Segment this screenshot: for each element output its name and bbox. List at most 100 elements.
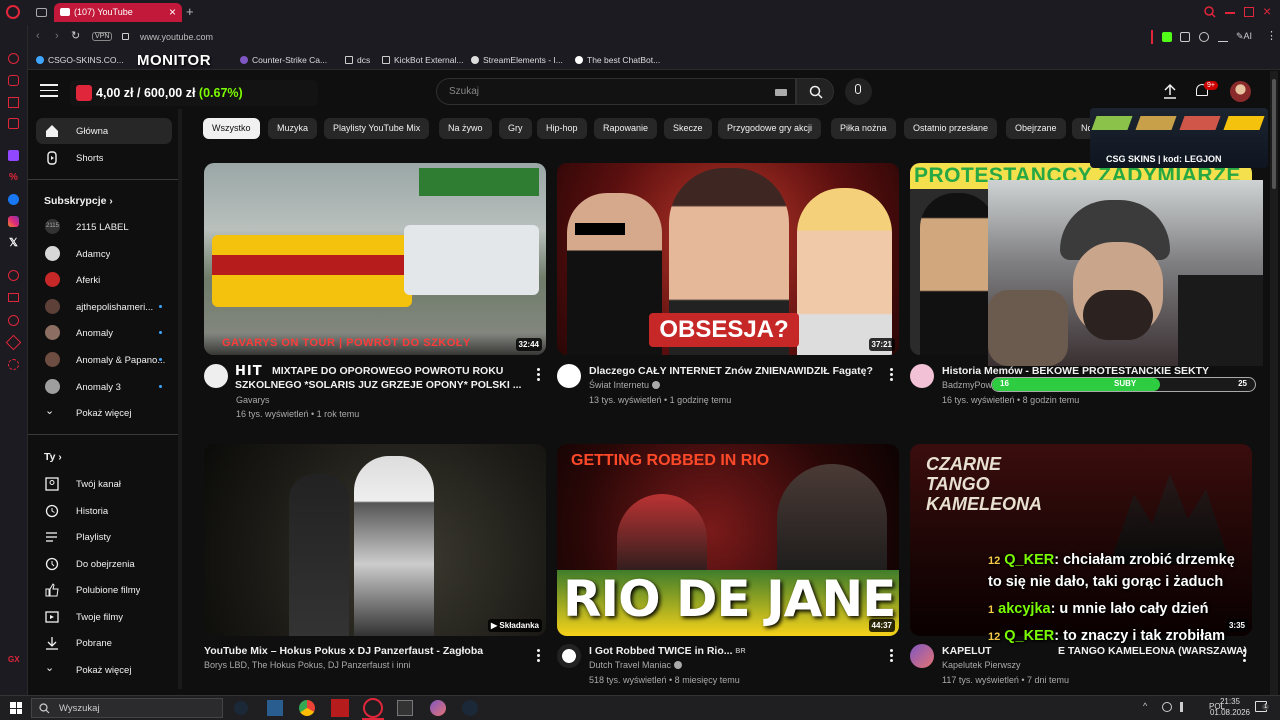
channel-name[interactable]: Gavarys (236, 395, 270, 405)
history-sidebar-icon[interactable] (8, 315, 19, 326)
new-tab-button[interactable]: + (186, 4, 194, 19)
forward-button[interactable]: › (55, 30, 59, 42)
crypto-wallet-icon[interactable] (8, 75, 19, 86)
network-icon[interactable] (1162, 702, 1172, 712)
url-text[interactable]: www.youtube.com (140, 32, 213, 42)
game-taskbar-icon[interactable] (331, 699, 349, 717)
clock-date[interactable]: 01.08.2026 (1204, 708, 1256, 717)
guide-scrollbar[interactable] (178, 109, 182, 689)
voice-search-button[interactable] (845, 78, 872, 105)
tab-island-icon[interactable] (36, 8, 47, 17)
extensions-icon[interactable] (1180, 32, 1190, 42)
video-title[interactable]: KAPELUT (942, 644, 992, 658)
subscriptions-header[interactable]: Subskrypcje › (44, 195, 113, 207)
close-window-button[interactable]: × (1263, 3, 1271, 19)
percent-icon[interactable]: % (9, 172, 18, 183)
search-tabs-icon[interactable] (1204, 6, 1216, 18)
chip-all[interactable]: Wszystko (203, 118, 260, 139)
guide-item-your-channel[interactable]: Twój kanał (36, 471, 172, 497)
app-taskbar-icon[interactable] (267, 700, 283, 716)
ai-button[interactable]: ✎AI (1236, 31, 1252, 42)
guide-item-downloads[interactable]: Pobrane (36, 630, 172, 656)
settings-gear-icon[interactable] (8, 359, 19, 370)
guide-item-playlists[interactable]: Playlisty (36, 524, 172, 550)
steam-taskbar-icon[interactable] (462, 700, 478, 716)
show-more-you[interactable]: ⌄ Pokaż więcej (36, 657, 172, 683)
tabs-icon[interactable] (8, 293, 19, 302)
maximize-button[interactable] (1244, 7, 1254, 17)
bookmark-folder[interactable]: dcs (345, 50, 370, 70)
video-thumbnail[interactable]: GETTING ROBBED IN RIO RIO DE JANEIRO 44:… (557, 444, 899, 636)
subscription-item[interactable]: Anomaly (36, 320, 172, 346)
video-menu-button[interactable] (1243, 648, 1247, 662)
bookmark-item[interactable]: CSGO-SKINS.CO... (36, 50, 124, 70)
chip[interactable]: Hip-hop (537, 118, 587, 139)
subscription-item[interactable]: Anomaly & Papano... (36, 347, 172, 373)
chip[interactable]: Przygodowe gry akcji (718, 118, 822, 139)
video-menu-button[interactable] (890, 648, 894, 662)
subscription-item[interactable]: Adamcy (36, 241, 172, 267)
epic-games-taskbar-icon[interactable] (397, 700, 413, 716)
video-thumbnail[interactable]: GAVARYS ON TOUR | POWRÓT DO SZKOŁY 32:44 (204, 163, 546, 355)
opera-taskbar-icon[interactable] (363, 698, 383, 718)
channel-name[interactable]: BadzmyPow (942, 380, 992, 390)
channel-avatar[interactable] (557, 644, 581, 668)
scrollbar-thumb[interactable] (1272, 79, 1276, 189)
guide-item-liked[interactable]: Polubione filmy (36, 577, 172, 603)
channel-avatar[interactable] (557, 364, 581, 388)
subscription-item[interactable]: ajthepolishameri... (36, 294, 172, 320)
video-title-tail[interactable]: E TANGO KAMELEONA (WARSZAWA) (1058, 644, 1247, 658)
reload-button[interactable]: ↻ (71, 29, 80, 42)
guide-item-watch-later[interactable]: Do obejrzenia (36, 551, 172, 577)
channel-avatar[interactable] (204, 364, 228, 388)
chip[interactable]: Piłka nożna (831, 118, 896, 139)
video-menu-button[interactable] (537, 648, 541, 662)
account-avatar[interactable] (1230, 81, 1251, 102)
show-more-subscriptions[interactable]: ⌄ Pokaż więcej (36, 400, 172, 426)
you-header[interactable]: Ty › (44, 451, 62, 463)
app-taskbar-icon[interactable] (430, 700, 446, 716)
messenger-app-icon[interactable] (8, 97, 19, 108)
bookmark-folder[interactable]: KickBot External... (382, 50, 463, 70)
video-menu-button[interactable] (537, 367, 541, 381)
news-icon[interactable] (8, 118, 19, 129)
channel-name[interactable]: Kapelutek Pierwszy (942, 660, 1021, 670)
channel-name[interactable]: Borys LBD, The Hokus Pokus, DJ Panzerfau… (204, 660, 410, 670)
tab-youtube[interactable]: (107) YouTube × (54, 3, 182, 22)
video-title[interactable]: Historia Memów - BEKOWE PROTESTANCKIE SE… (942, 364, 1209, 378)
messenger-icon[interactable] (8, 194, 19, 205)
chrome-taskbar-icon[interactable] (299, 700, 315, 716)
video-menu-button[interactable] (890, 367, 894, 381)
video-title[interactable]: MIXTAPE DO OPOROWEGO POWROTU ROKU (272, 364, 503, 378)
tab-close-icon[interactable]: × (169, 5, 176, 19)
twitch-icon[interactable] (8, 150, 19, 161)
guide-item-your-videos[interactable]: Twoje filmy (36, 604, 172, 630)
subscription-item[interactable]: 2115 2115 LABEL (36, 214, 172, 240)
bookmark-item[interactable]: Counter-Strike Ca... (240, 50, 327, 70)
search-input[interactable]: Szukaj (436, 78, 796, 105)
channel-name[interactable]: Dutch Travel Maniac (589, 660, 682, 670)
minimize-button[interactable] (1225, 12, 1235, 14)
menu-dots-icon[interactable]: ⋮ (1266, 29, 1277, 42)
chip[interactable]: Ostatnio przesłane (904, 118, 998, 139)
guide-item-home[interactable]: Główna (36, 118, 172, 144)
guide-item-shorts[interactable]: Shorts (36, 145, 172, 171)
subscription-item[interactable]: Anomaly 3 (36, 374, 172, 400)
extensions-sidebar-icon[interactable] (5, 334, 22, 351)
chip[interactable]: Rapowanie (594, 118, 658, 139)
channel-avatar[interactable] (910, 364, 934, 388)
kick-extension-icon[interactable] (1162, 32, 1172, 42)
aria-icon[interactable] (8, 53, 19, 64)
upload-icon[interactable] (1163, 83, 1177, 99)
volume-icon[interactable] (1180, 702, 1190, 712)
bookmark-item[interactable]: StreamElements - I... (471, 50, 563, 70)
guide-item-history[interactable]: Historia (36, 498, 172, 524)
video-title[interactable]: YouTube Mix – Hokus Pokus x DJ Panzerfau… (204, 644, 483, 658)
chip[interactable]: Playlisty YouTube Mix (324, 118, 430, 139)
bookmark-item[interactable]: The best ChatBot... (575, 50, 660, 70)
player-icon[interactable] (8, 270, 19, 281)
keyboard-icon[interactable] (775, 89, 787, 96)
chip[interactable]: Obejrzane (1006, 118, 1066, 139)
video-title[interactable]: I Got Robbed TWICE in Rio... BR (589, 644, 746, 659)
video-thumbnail[interactable]: OBSESJA? 37:21 (557, 163, 899, 355)
